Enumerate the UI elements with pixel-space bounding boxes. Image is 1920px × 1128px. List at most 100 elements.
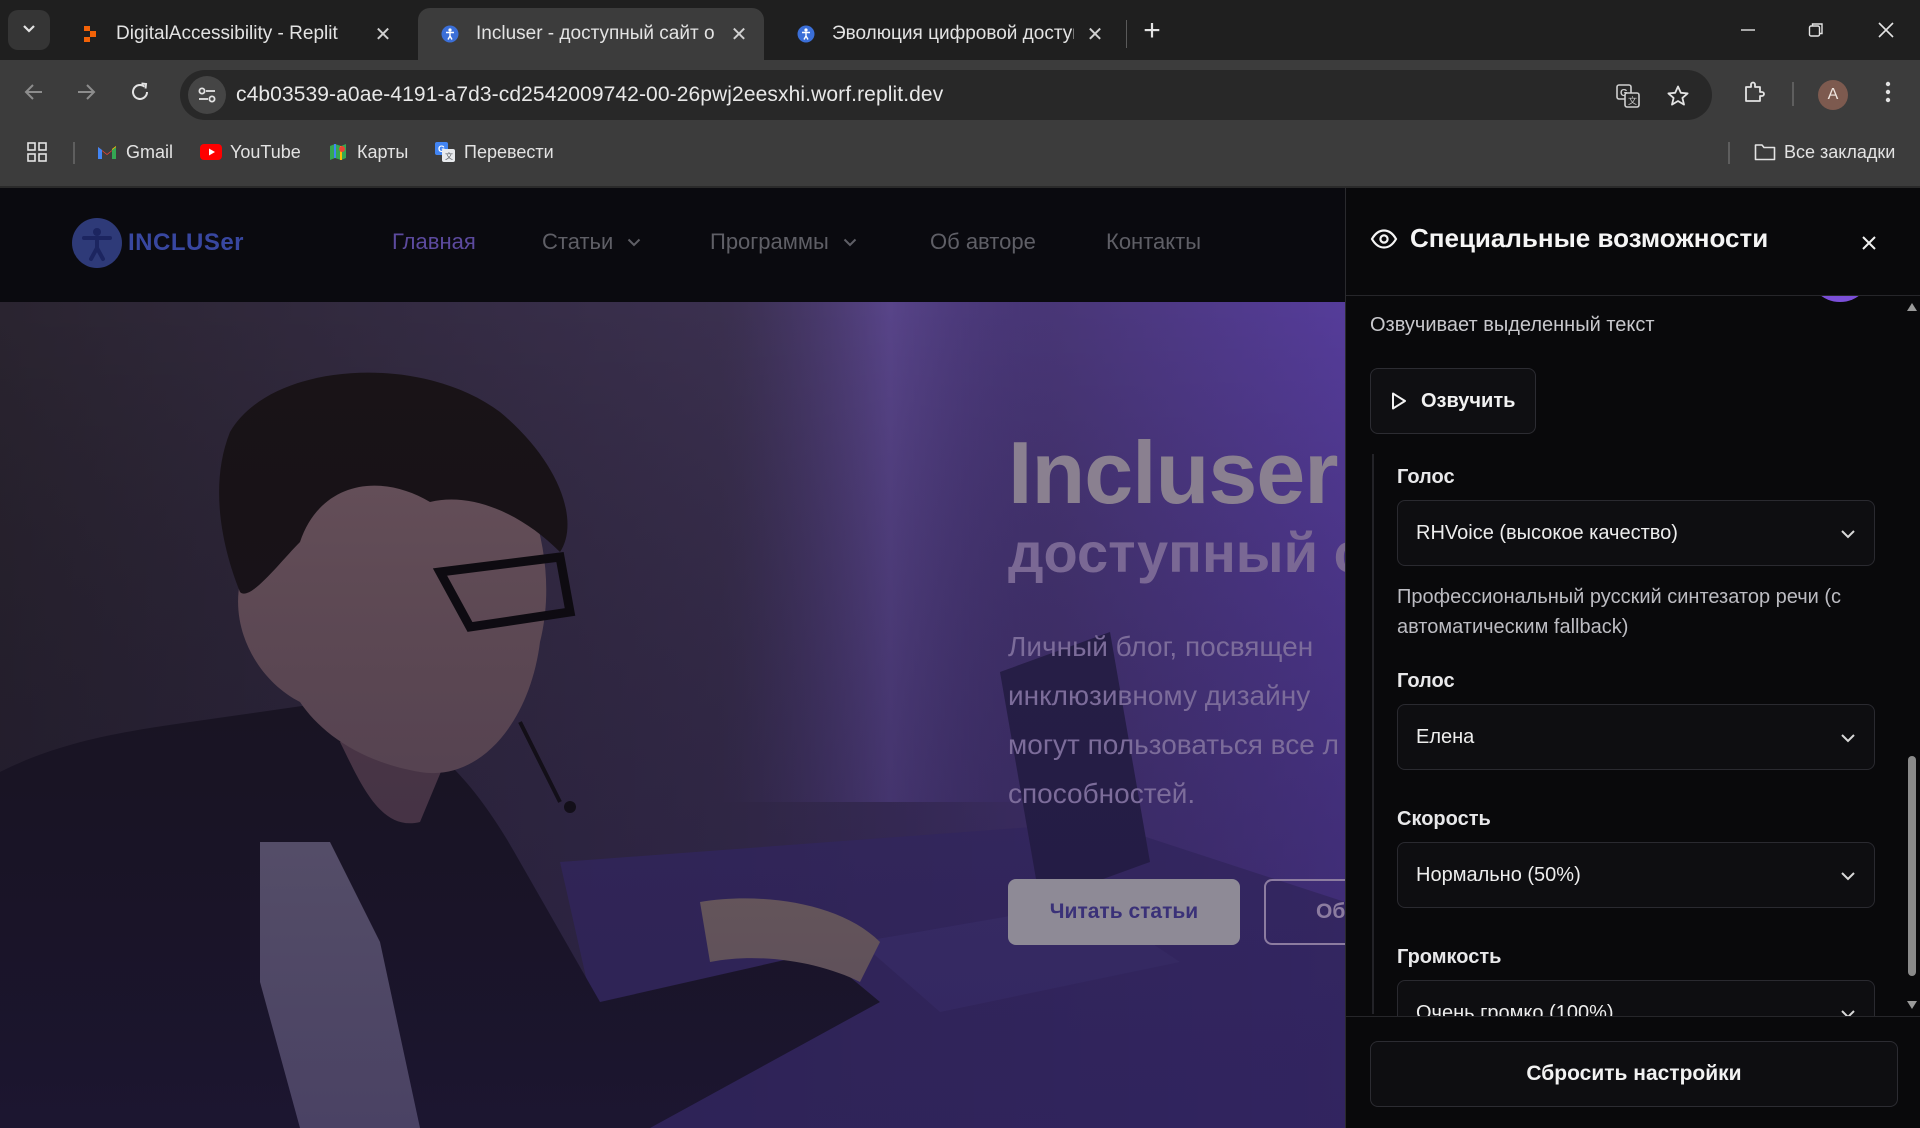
tab-title: Incluser - доступный сайт о доступности [476,23,718,44]
accessibility-icon [440,24,460,44]
tab-replit[interactable]: DigitalAccessibility - Replit ✕ [58,8,408,60]
all-bookmarks[interactable]: Все закладки [1754,140,1895,164]
apps-grid-icon[interactable] [26,140,48,164]
nav-label: Об авторе [930,229,1036,254]
tab-title: Эволюция цифровой доступности [832,23,1074,44]
hero-section: Incluser доступный са Личный блог, посвя… [0,302,1345,1128]
svg-text:文: 文 [445,151,453,161]
hero-subtitle: доступный са [1008,521,1345,584]
panel-title-text: Специальные возможности [1410,223,1769,253]
menu-kebab-icon[interactable] [1868,72,1908,112]
voice-engine-select[interactable]: RHVoice (высокое качество) [1397,500,1875,566]
nav-articles[interactable]: Статьи [542,229,641,255]
tab-title: DigitalAccessibility - Replit [116,23,338,44]
translate-icon: G文 [434,141,456,163]
url-text: c4b03539-a0ae-4191-a7d3-cd2542009742-00-… [236,83,944,106]
tab-separator [1126,20,1127,48]
nav-programs[interactable]: Программы [710,229,857,255]
bookmark-label: Перевести [464,141,554,162]
panel-scrollbar[interactable] [1903,296,1920,1016]
speed-label: Скорость [1397,808,1491,830]
about-button[interactable]: Об [1264,879,1345,945]
nav-contacts[interactable]: Контакты [1106,229,1201,255]
hero-description-line: могут пользоваться все л [1008,729,1339,760]
all-bookmarks-label: Все закладки [1784,141,1896,162]
maps-icon [327,141,349,163]
translate-page-icon[interactable]: G文 [1614,82,1642,110]
bookmark-youtube[interactable]: YouTube [200,140,301,164]
chevron-down-icon [843,238,857,247]
tab-search-button[interactable] [8,10,50,50]
bookmark-label: YouTube [230,141,301,162]
back-button[interactable] [14,72,54,112]
tab-incluser[interactable]: Incluser - доступный сайт о доступности … [418,8,764,60]
chevron-down-icon [22,21,36,39]
voice-value: Елена [1416,725,1475,748]
scroll-up-icon[interactable] [1907,302,1917,312]
minimize-button[interactable] [1714,0,1782,60]
chevron-down-icon [1840,864,1856,887]
address-bar[interactable]: c4b03539-a0ae-4191-a7d3-cd2542009742-00-… [180,70,1712,120]
voice-engine-value: RHVoice (высокое качество) [1416,521,1678,544]
close-icon[interactable]: ✕ [728,23,750,46]
site-logo[interactable]: INCLUSer [72,218,244,268]
scrollbar-thumb[interactable] [1908,756,1916,976]
accessibility-logo-icon [72,218,122,268]
hero-description-line: Личный блог, посвящен [1008,631,1314,662]
close-icon[interactable] [1854,228,1884,258]
nav-home[interactable]: Главная [392,229,476,255]
panel-body[interactable]: Озвучивает выделенный текст Озвучить Гол… [1346,296,1901,1016]
voice-engine-help: Профессиональный русский синтезатор речи… [1397,586,1842,638]
hero-title: Incluser [1008,423,1338,522]
speak-button[interactable]: Озвучить [1370,368,1536,434]
nav-about[interactable]: Об авторе [930,229,1036,255]
scroll-down-icon[interactable] [1907,1000,1917,1010]
chevron-down-icon [1840,522,1856,545]
tab-evolution[interactable]: Эволюция цифровой доступности ✕ [774,8,1120,60]
nav-label: Программы [710,229,829,254]
accessibility-icon [796,24,816,44]
forward-button[interactable] [66,72,106,112]
bookmarks-bar: Gmail YouTube Карты G文 Перевести Все зак… [0,130,1920,174]
site-info-icon[interactable] [188,76,226,114]
close-icon[interactable]: ✕ [1084,23,1106,46]
reset-settings-button[interactable]: Сбросить настройки [1370,1041,1898,1107]
volume-label: Громкость [1397,946,1502,968]
close-icon[interactable]: ✕ [372,23,394,46]
nav-label: Статьи [542,229,614,254]
nav-label: Контакты [1106,229,1202,254]
voice-engine-label: Голос [1397,466,1455,488]
toolbar-divider [1792,82,1794,106]
eye-icon [1370,228,1398,249]
bookmark-maps[interactable]: Карты [327,140,408,164]
svg-text:文: 文 [1628,95,1637,106]
hero-description-line: способностей. [1008,778,1196,809]
nav-label: Главная [392,229,476,254]
hero-description-line: инклюзивному дизайну [1008,680,1311,711]
restore-button[interactable] [1782,0,1850,60]
speed-select[interactable]: Нормально (50%) [1397,842,1875,908]
folder-icon [1754,141,1776,163]
section-indent-line [1372,454,1374,1014]
voice-select[interactable]: Елена [1397,704,1875,770]
read-articles-button[interactable]: Читать статьи [1008,879,1240,945]
bookmark-label: Gmail [126,141,174,162]
new-tab-button[interactable]: + [1135,14,1169,48]
site-header: INCLUSer Главная Статьи Программы Об авт… [0,188,1345,302]
volume-select[interactable]: Очень громко (100%) [1397,980,1875,1016]
bookmarks-divider [73,142,75,164]
bookmark-star-icon[interactable] [1664,82,1692,110]
panel-title: Специальные возможности [1370,223,1768,254]
bookmarks-divider [1728,142,1730,164]
hero-description: Личный блог, посвящен инклюзивному дизай… [1008,622,1345,818]
bookmark-translate[interactable]: G文 Перевести [434,140,554,164]
close-window-button[interactable] [1852,0,1920,60]
accessibility-panel: Специальные возможности Озвучивает выдел… [1345,188,1920,1128]
panel-header: Специальные возможности [1346,188,1920,296]
bookmark-label: Карты [357,141,409,162]
bookmark-gmail[interactable]: Gmail [96,140,173,164]
extensions-icon[interactable] [1734,72,1774,112]
reload-button[interactable] [120,72,160,112]
speak-button-label: Озвучить [1421,389,1516,412]
profile-avatar[interactable]: A [1818,80,1848,110]
